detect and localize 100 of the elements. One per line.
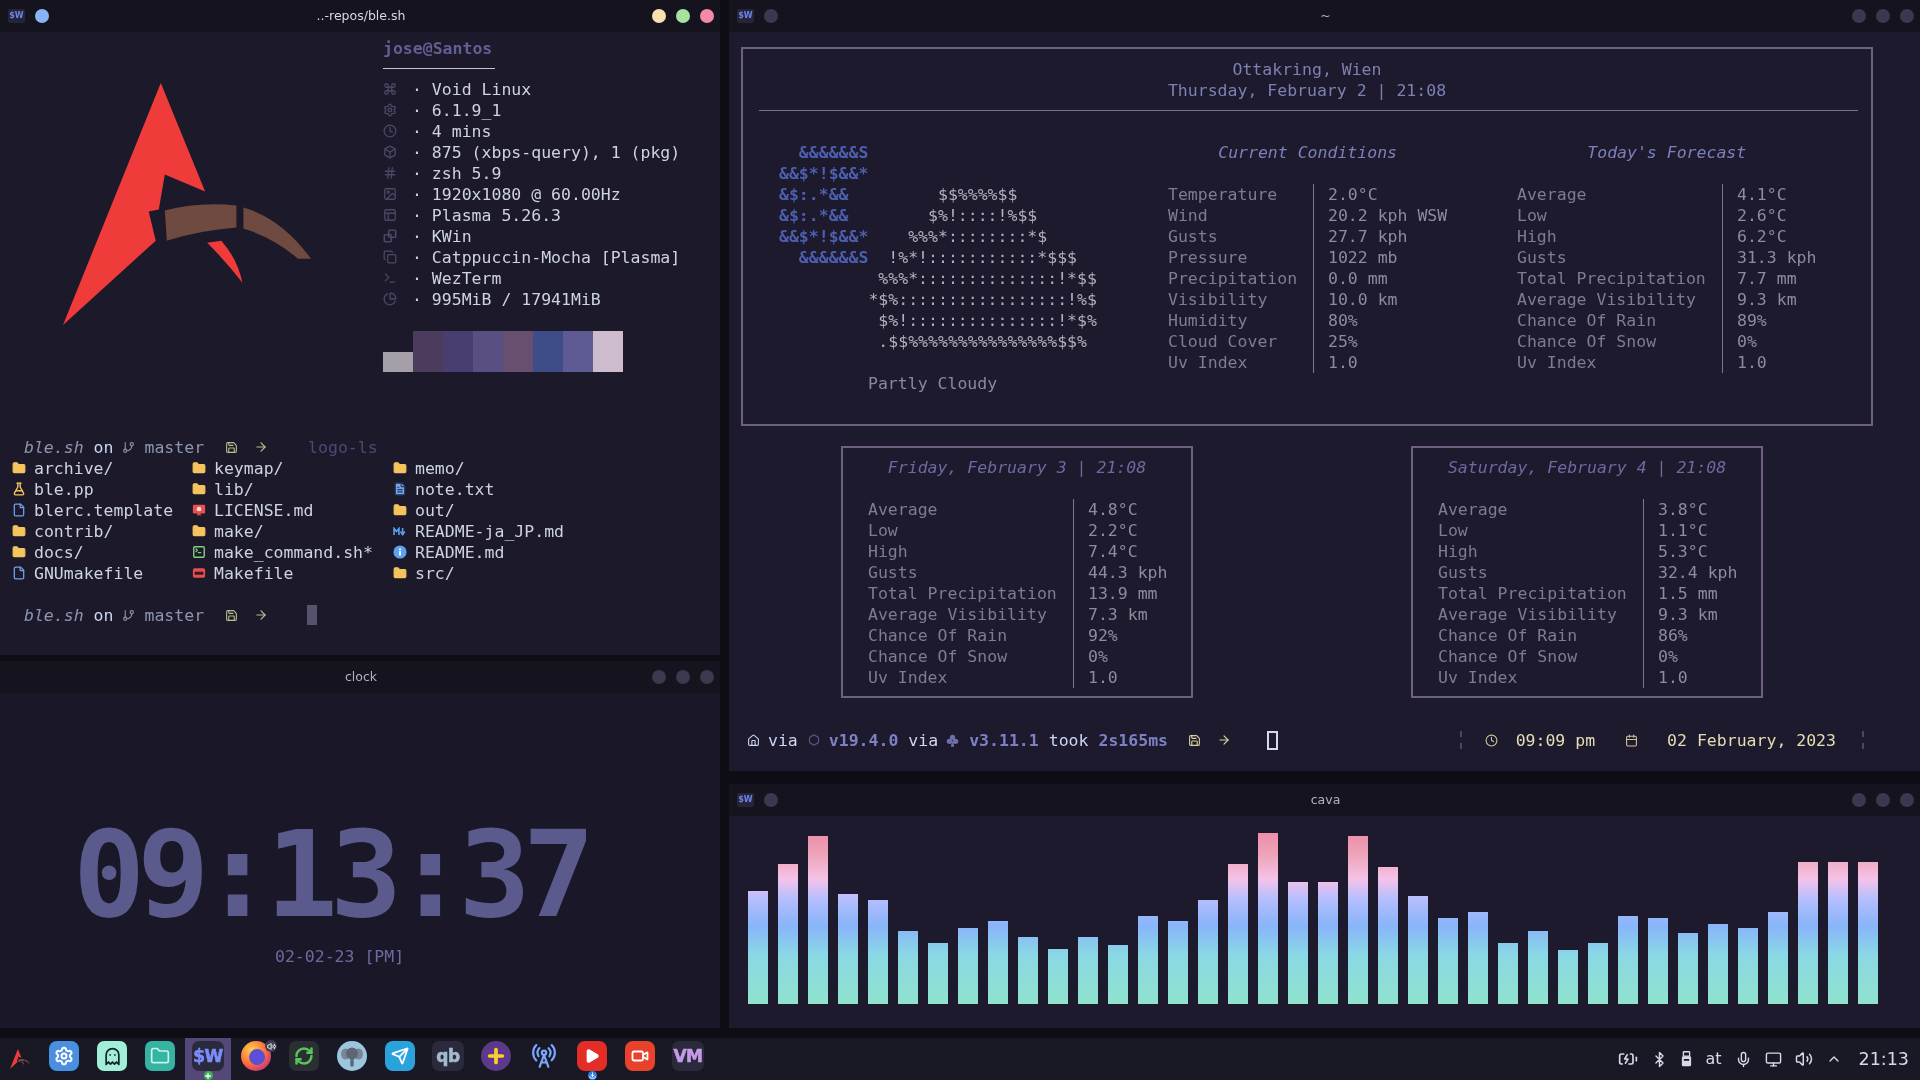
file-name: make_command.sh*	[214, 541, 373, 563]
metric-value: 1.0	[1736, 351, 1768, 373]
metric-value: 0%	[1087, 645, 1109, 667]
branch-name: master	[144, 604, 205, 626]
file-name: lib/	[214, 478, 254, 500]
file-name: memo/	[415, 457, 465, 479]
metric-label: Average	[868, 498, 939, 520]
section-heading: Current Conditions	[1218, 141, 1397, 163]
gear-icon	[49, 1041, 79, 1071]
metric-value: 13.9 mm	[1087, 582, 1159, 604]
file-name: archive/	[34, 457, 114, 479]
hexagon-icon	[807, 734, 820, 746]
taskbar-app-button[interactable]: qb	[425, 1038, 471, 1080]
app-menu-button[interactable]: $W	[737, 793, 754, 807]
app-menu-button[interactable]: $W	[737, 9, 754, 23]
card-title: Friday, February 3 | 21:08	[887, 456, 1147, 478]
metric-label: Low	[1517, 204, 1548, 226]
version-text: v19.4.0	[828, 729, 899, 751]
image-icon	[383, 187, 397, 201]
system-info-text: · 1920x1080 @ 60.00Hz	[412, 183, 621, 205]
windows-icon	[383, 229, 397, 243]
file-name: out/	[415, 499, 455, 521]
metric-value: 89%	[1736, 309, 1768, 331]
system-info-text: · KWin	[412, 225, 472, 247]
date-text: 02 February, 2023	[1667, 729, 1836, 751]
globe-icon	[241, 1041, 271, 1071]
metric-label: Chance Of Snow	[1438, 645, 1579, 667]
pie-chart-icon	[383, 292, 397, 306]
app-menu-button[interactable]: $W	[8, 9, 25, 23]
system-info-text: · Void Linux	[412, 78, 532, 100]
metric-label: High	[1438, 540, 1479, 562]
folder-icon	[145, 1041, 175, 1071]
taskbar-clock[interactable]: 21:13	[1858, 1048, 1909, 1070]
directory-name: ble.sh	[24, 436, 84, 458]
info-icon	[393, 545, 407, 559]
system-info-text: · Catppuccin-Mocha [Plasma]	[412, 246, 681, 268]
metric-value: 0%	[1657, 645, 1679, 667]
spectrum-bar	[1498, 943, 1518, 1004]
taskbar-app-button[interactable]: $W	[185, 1038, 231, 1080]
keyboard-layout-button[interactable]: at	[1705, 1049, 1722, 1069]
volume-tray-button[interactable]	[1794, 1050, 1813, 1068]
metric-label: Gusts	[868, 561, 919, 583]
metric-value: 3.8°C	[1657, 498, 1709, 520]
window-title: cava	[1310, 792, 1341, 808]
display-tray-button[interactable]	[1764, 1050, 1782, 1068]
file-icon	[12, 503, 26, 517]
spectrum-bar	[1678, 933, 1698, 1004]
metric-value: 31.3 kph	[1736, 246, 1817, 268]
maximize-button[interactable]	[676, 9, 690, 23]
file-name: make/	[214, 520, 264, 542]
metric-label: Average Visibility	[1517, 288, 1697, 310]
file-name: GNUmakefile	[34, 562, 144, 584]
close-button[interactable]	[700, 9, 714, 23]
folder-icon	[192, 482, 206, 496]
usb-tray-button[interactable]	[1681, 1051, 1693, 1067]
arrow-right-icon	[254, 440, 269, 454]
ascii-art-line: $%!:::::::::::::::!*$%	[877, 309, 1097, 331]
metric-value: 4.8°C	[1087, 498, 1139, 520]
file-name: README.md	[415, 541, 505, 563]
clock-time: 09:13:37	[73, 815, 587, 935]
metric-value: 80%	[1327, 309, 1359, 331]
system-info-text: · WezTerm	[412, 267, 502, 289]
arrow-right-icon	[1217, 733, 1231, 747]
clock-icon	[1484, 733, 1498, 747]
radio-tower-icon	[529, 1041, 559, 1071]
clock-icon	[383, 124, 397, 138]
command-icon	[383, 82, 397, 96]
volume-icon	[1794, 1050, 1813, 1068]
app-logo-text: VM	[673, 1047, 703, 1065]
metric-label: Chance Of Rain	[868, 624, 1009, 646]
file-name: README-ja_JP.md	[415, 520, 564, 542]
ghost-icon	[97, 1041, 127, 1071]
command-text: logo-ls	[308, 436, 378, 458]
metric-label: Average	[1517, 183, 1588, 205]
metric-value: 1022 mb	[1327, 246, 1399, 268]
metric-value: 2.0°C	[1327, 183, 1379, 205]
taskbar-app-button[interactable]: VM	[665, 1038, 711, 1080]
file-name: contrib/	[34, 520, 114, 542]
pin-button[interactable]	[35, 9, 49, 23]
minimize-button[interactable]	[652, 9, 666, 23]
prompt-text: on	[93, 604, 114, 626]
prompt-text: on	[93, 436, 114, 458]
ascii-art-line: *$%:::::::::::::::::!%$	[867, 288, 1097, 310]
metric-value: 1.0	[1327, 351, 1359, 373]
prompt-text: took	[1048, 729, 1089, 751]
system-info-text: · 6.1.9_1	[412, 99, 502, 121]
certificate-icon	[192, 503, 206, 517]
metric-label: Temperature	[1168, 183, 1279, 205]
home-icon	[747, 733, 760, 747]
metric-value: 1.5 mm	[1657, 582, 1719, 604]
metric-value: 7.7 mm	[1736, 267, 1798, 289]
elephant-icon	[337, 1041, 367, 1071]
metric-value: 6.2°C	[1736, 225, 1788, 247]
metric-label: High	[868, 540, 909, 562]
monitor-icon	[1764, 1050, 1782, 1068]
window-title: ..-repos/ble.sh	[316, 8, 406, 24]
metric-label: Cloud Cover	[1168, 330, 1279, 352]
duration-text: 2s165ms	[1098, 729, 1168, 751]
metric-value: 20.2 kph WSW	[1327, 204, 1448, 226]
metric-label: Chance Of Rain	[1517, 309, 1658, 331]
